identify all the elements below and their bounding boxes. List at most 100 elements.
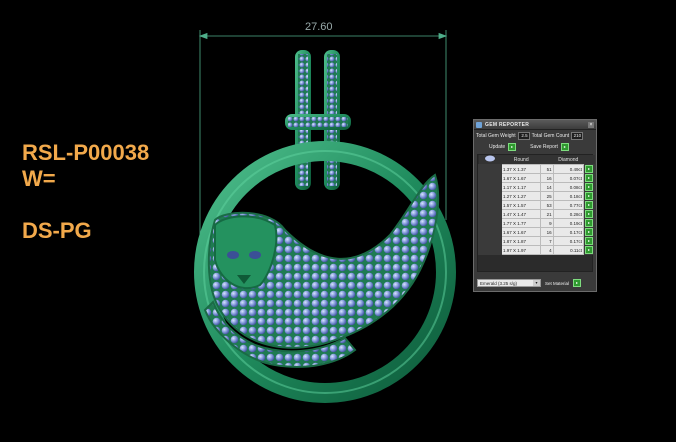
row-toggle-icon[interactable]: ▸ — [585, 210, 593, 218]
round-header: Round — [501, 155, 541, 165]
gem-table-row[interactable]: 1.67 X 1.67 16 0.07ct ▸ — [478, 173, 595, 183]
row-toggle-button[interactable]: ▸ — [583, 182, 595, 192]
gem-reporter-panel: GEM REPORTER × Total Gem Weight 2.5 Tota… — [473, 119, 597, 292]
row-toggle-button[interactable]: ▸ — [583, 209, 595, 219]
row-spacer — [478, 200, 502, 210]
panel-titlebar[interactable]: GEM REPORTER × — [474, 120, 596, 130]
pendant-render — [194, 30, 456, 403]
gem-table-row[interactable]: 1.67 X 1.67 16 0.17ct ▸ — [478, 227, 595, 237]
gem-weight-cell: 0.49ct — [552, 164, 585, 174]
gem-icon — [476, 121, 482, 128]
total-gem-count-label: Total Gem Count — [531, 133, 570, 139]
panel-title: GEM REPORTER — [485, 121, 530, 128]
dimension-value: 27.60 — [305, 21, 333, 33]
gem-count-cell: 53 — [540, 200, 554, 210]
row-toggle-button[interactable]: ▸ — [583, 173, 595, 183]
row-toggle-button[interactable]: ▸ — [583, 218, 595, 228]
gem-size-cell: 1.87 X 1.87 — [500, 236, 542, 246]
gem-size-cell: 1.47 X 1.47 — [500, 209, 542, 219]
gem-weight-cell: 0.17ct — [552, 236, 585, 246]
row-spacer — [478, 164, 502, 174]
gem-table-row[interactable]: 1.37 X 1.37 51 0.49ct ▸ — [478, 164, 595, 174]
gem-count-cell: 16 — [540, 173, 554, 183]
row-toggle-icon[interactable]: ▸ — [585, 237, 593, 245]
total-gem-count-field[interactable]: 210 — [571, 132, 584, 140]
row-toggle-icon[interactable]: ▸ — [585, 174, 593, 182]
row-spacer — [478, 245, 502, 255]
gem-table-row[interactable]: 1.17 X 1.17 14 0.08ct ▸ — [478, 182, 595, 192]
row-toggle-button[interactable]: ▸ — [583, 227, 595, 237]
material-select[interactable]: Emerald (3.25 s/g) ▾ — [477, 279, 541, 287]
gem-table-row[interactable]: 1.57 X 1.57 53 0.77ct ▸ — [478, 200, 595, 210]
gem-weight-cell: 0.18ct — [552, 191, 585, 201]
material-row: Emerald (3.25 s/g) ▾ Set Material ▸ — [477, 279, 582, 287]
gem-size-cell: 1.27 X 1.27 — [500, 191, 542, 201]
weight-label: W= — [22, 166, 56, 191]
gem-table-row[interactable]: 1.27 X 1.27 25 0.18ct ▸ — [478, 191, 595, 201]
row-toggle-icon[interactable]: ▸ — [585, 192, 593, 200]
gem-count-cell: 9 — [540, 218, 554, 228]
gem-weight-cell: 0.17ct — [552, 227, 585, 237]
gem-size-cell: 1.37 X 1.37 — [500, 164, 542, 174]
gem-table-row[interactable]: 1.47 X 1.47 21 0.28ct ▸ — [478, 209, 595, 219]
gem-weight-cell: 0.08ct — [552, 182, 585, 192]
set-material-label: Set Material — [545, 280, 570, 286]
row-toggle-icon[interactable]: ▸ — [585, 219, 593, 227]
chevron-down-icon: ▾ — [533, 280, 540, 286]
actions-row: Update ▸ Save Report ▸ — [474, 142, 596, 152]
gem-table-row[interactable]: 1.97 X 1.97 4 0.11ct ▸ — [478, 245, 595, 255]
close-icon[interactable]: × — [588, 121, 594, 128]
gem-count-cell: 25 — [540, 191, 554, 201]
row-toggle-icon[interactable]: ▸ — [585, 201, 593, 209]
update-label: Update — [489, 144, 506, 150]
diamond-header: Diamond — [553, 155, 584, 165]
row-spacer — [478, 182, 502, 192]
total-gem-weight-field[interactable]: 2.5 — [517, 132, 530, 140]
row-toggle-button[interactable]: ▸ — [583, 200, 595, 210]
gem-count-cell: 51 — [540, 164, 554, 174]
row-spacer — [478, 218, 502, 228]
total-gem-weight-label: Total Gem Weight — [476, 133, 516, 139]
row-toggle-icon[interactable]: ▸ — [585, 183, 593, 191]
row-toggle-icon[interactable]: ▸ — [585, 228, 593, 236]
gem-count-cell: 4 — [540, 245, 554, 255]
row-spacer — [478, 236, 502, 246]
leopard-figure — [203, 173, 440, 368]
gem-count-cell: 14 — [540, 182, 554, 192]
update-button[interactable]: ▸ — [508, 143, 517, 151]
3d-viewport[interactable] — [185, 20, 465, 430]
row-toggle-button[interactable]: ▸ — [583, 191, 595, 201]
gem-size-cell: 1.67 X 1.67 — [500, 227, 542, 237]
save-report-button[interactable]: ▸ — [560, 143, 569, 151]
row-toggle-button[interactable]: ▸ — [583, 245, 595, 255]
gem-table-row[interactable]: 1.77 X 1.77 9 0.19ct ▸ — [478, 218, 595, 228]
gem-count-cell: 16 — [540, 227, 554, 237]
gem-weight-cell: 0.19ct — [552, 218, 585, 228]
row-toggle-icon[interactable]: ▸ — [585, 165, 593, 173]
pendant-bail — [285, 50, 351, 190]
gem-weight-cell: 0.11ct — [552, 245, 585, 255]
save-report-label: Save Report — [530, 144, 558, 150]
gem-weight-cell: 0.77ct — [552, 200, 585, 210]
row-toggle-icon[interactable]: ▸ — [585, 246, 593, 254]
gem-weight-cell: 0.07ct — [552, 173, 585, 183]
row-spacer — [478, 209, 502, 219]
gem-weight-cell: 0.28ct — [552, 209, 585, 219]
gem-size-cell: 1.97 X 1.97 — [500, 245, 542, 255]
gem-table-row[interactable]: 1.87 X 1.87 7 0.17ct ▸ — [478, 236, 595, 246]
row-toggle-button[interactable]: ▸ — [583, 236, 595, 246]
row-toggle-button[interactable]: ▸ — [583, 164, 595, 174]
row-spacer — [478, 227, 502, 237]
gem-table: Round Diamond 1.37 X 1.37 51 0.49ct ▸ 1.67 X… — [477, 154, 595, 272]
row-spacer — [478, 191, 502, 201]
gem-size-cell: 1.57 X 1.57 — [500, 200, 542, 210]
product-labels: RSL-P00038 W= DS-PG — [22, 140, 149, 244]
totals-row: Total Gem Weight 2.5 Total Gem Count 210 — [474, 130, 596, 142]
product-code: RSL-P00038 — [22, 140, 150, 165]
gem-size-cell: 1.17 X 1.17 — [500, 182, 542, 192]
round-gem-icon — [485, 155, 495, 162]
gem-thumb-header — [478, 155, 502, 165]
set-material-button[interactable]: ▸ — [573, 279, 582, 287]
gem-size-cell: 1.77 X 1.77 — [500, 218, 542, 228]
gem-size-cell: 1.67 X 1.67 — [500, 173, 542, 183]
